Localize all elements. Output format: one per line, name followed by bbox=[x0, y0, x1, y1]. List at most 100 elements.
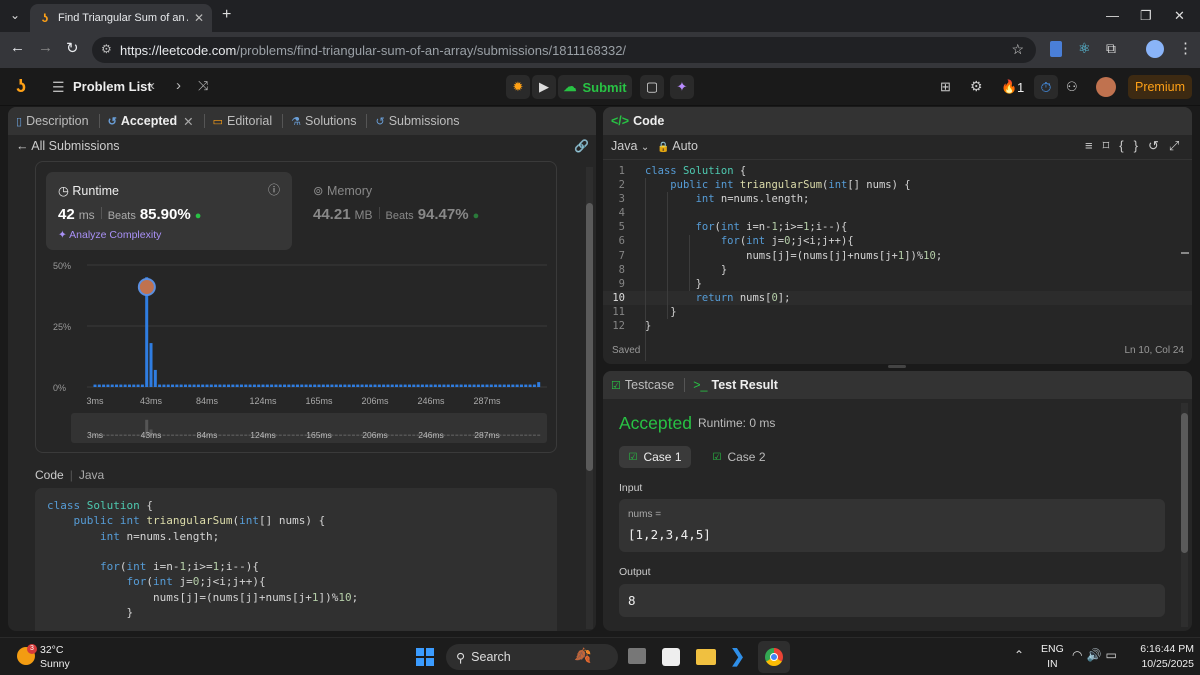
chart-bar[interactable] bbox=[140, 384, 144, 387]
chart-bar[interactable] bbox=[119, 384, 123, 387]
editor-line[interactable]: 1 class Solution { bbox=[603, 164, 1192, 178]
chart-bar[interactable] bbox=[476, 384, 480, 387]
chart-bar[interactable] bbox=[231, 384, 235, 387]
add-friend-icon[interactable]: ⚇ bbox=[1066, 79, 1078, 95]
chart-bar[interactable] bbox=[321, 384, 325, 387]
chart-bar[interactable] bbox=[472, 384, 476, 387]
chart-bar[interactable] bbox=[235, 384, 239, 387]
chart-bar[interactable] bbox=[485, 384, 489, 387]
result-scrollbar-track[interactable] bbox=[1181, 403, 1188, 627]
chart-bar[interactable] bbox=[300, 384, 304, 387]
input-language[interactable]: ENG IN bbox=[1041, 643, 1064, 670]
chart-bar[interactable] bbox=[511, 384, 515, 387]
editor-line[interactable]: 4 bbox=[603, 206, 1192, 220]
chart-bar[interactable] bbox=[481, 384, 485, 387]
editor-line[interactable]: 3 int n=nums.length; bbox=[603, 192, 1192, 206]
editor-line[interactable]: 8 } bbox=[603, 263, 1192, 277]
chart-bar[interactable] bbox=[416, 384, 420, 387]
file-explorer-icon[interactable] bbox=[696, 649, 716, 665]
chart-bar[interactable] bbox=[205, 384, 209, 387]
chart-bar[interactable] bbox=[373, 384, 377, 387]
back-icon[interactable]: ← bbox=[10, 39, 25, 56]
chart-bar[interactable] bbox=[412, 384, 416, 387]
case-1-button[interactable]: ☑ Case 1 bbox=[619, 446, 691, 468]
streak-flame-icon[interactable]: 🔥 bbox=[1001, 79, 1017, 95]
left-scrollbar-track[interactable] bbox=[586, 167, 593, 629]
chart-bar[interactable] bbox=[442, 384, 446, 387]
memory-label[interactable]: ⊚ Memory bbox=[313, 183, 372, 198]
system-tray[interactable]: ◠🔊▭ bbox=[1072, 648, 1121, 662]
restore-icon[interactable]: ❐ bbox=[1140, 8, 1152, 24]
chart-bar[interactable] bbox=[171, 384, 175, 387]
editor-line[interactable]: 9 } bbox=[603, 277, 1192, 291]
tab-test-result[interactable]: >_ Test Result bbox=[693, 378, 778, 392]
runtime-distribution-chart[interactable]: 50% 25% 0% 3ms 43ms 84ms 124ms 165ms 206ms 246ms 2… bbox=[35, 253, 557, 453]
bookmark-icon[interactable]: ⌑ bbox=[1103, 138, 1120, 153]
format-icon[interactable]: ≡ bbox=[1085, 138, 1103, 153]
chart-bar[interactable] bbox=[188, 384, 192, 387]
chart-bar[interactable] bbox=[356, 384, 360, 387]
chart-bar[interactable] bbox=[451, 384, 455, 387]
bookmark-star-icon[interactable]: ☆ bbox=[1011, 41, 1024, 58]
chart-bar[interactable] bbox=[227, 384, 231, 387]
chart-bar[interactable] bbox=[278, 384, 282, 387]
chart-bar[interactable] bbox=[123, 384, 127, 387]
minimize-icon[interactable]: — bbox=[1106, 8, 1119, 23]
site-info-icon[interactable]: ⚙ bbox=[101, 42, 112, 56]
chart-bar[interactable] bbox=[102, 384, 106, 387]
chart-bar[interactable] bbox=[360, 384, 364, 387]
chart-bar[interactable] bbox=[162, 384, 166, 387]
chart-bar[interactable] bbox=[274, 384, 278, 387]
chart-bar[interactable] bbox=[166, 384, 170, 387]
chart-bar[interactable] bbox=[446, 384, 450, 387]
chart-bar[interactable] bbox=[196, 384, 200, 387]
fullscreen-icon[interactable]: ⤢ bbox=[1169, 138, 1189, 153]
chart-bar[interactable] bbox=[498, 384, 502, 387]
chart-bar[interactable] bbox=[433, 384, 437, 387]
chart-bar[interactable] bbox=[149, 343, 153, 387]
profile-avatar[interactable] bbox=[1146, 40, 1164, 58]
chart-bar[interactable] bbox=[283, 384, 287, 387]
chart-bar[interactable] bbox=[270, 384, 274, 387]
chart-bar[interactable] bbox=[239, 384, 243, 387]
submit-button[interactable]: ☁ Submit bbox=[558, 75, 632, 99]
editor-line[interactable]: 12} bbox=[603, 319, 1192, 333]
chart-bar[interactable] bbox=[313, 384, 317, 387]
chart-bar[interactable] bbox=[351, 384, 355, 387]
chart-bar[interactable] bbox=[209, 384, 213, 387]
chart-bar[interactable] bbox=[153, 369, 157, 387]
chart-bar[interactable] bbox=[390, 384, 394, 387]
chart-bar[interactable] bbox=[158, 384, 162, 387]
code-editor[interactable]: 1 class Solution {2 public int triangular… bbox=[603, 164, 1192, 362]
editor-line[interactable]: 6 for(int j=0;j<i;j++){ bbox=[603, 234, 1192, 248]
forward-icon[interactable]: → bbox=[38, 39, 53, 56]
tab-accepted[interactable]: ↺ Accepted ✕ bbox=[108, 114, 194, 129]
ai-sparkle-icon[interactable]: ✦ bbox=[670, 75, 694, 99]
zoom-app-icon[interactable] bbox=[662, 648, 680, 666]
close-tab-icon[interactable]: ✕ bbox=[183, 114, 193, 129]
vscode-icon[interactable]: ❯ bbox=[730, 646, 745, 667]
editor-line[interactable]: 5 for(int i=n-1;i>=1;i--){ bbox=[603, 220, 1192, 234]
chart-bar[interactable] bbox=[364, 384, 368, 387]
chart-bar[interactable] bbox=[110, 384, 114, 387]
chart-bar[interactable] bbox=[468, 384, 472, 387]
runtime-card[interactable]: ◷ Runtime ⓘ 42 ms Beats 85.90% ● ✦ Analy… bbox=[46, 172, 292, 250]
chart-bar[interactable] bbox=[304, 384, 308, 387]
chart-bar[interactable] bbox=[287, 384, 291, 387]
editor-line[interactable]: 2 public int triangularSum(int[] nums) { bbox=[603, 178, 1192, 192]
chart-bar[interactable] bbox=[248, 384, 252, 387]
chart-bar[interactable] bbox=[532, 384, 536, 387]
chart-bar[interactable] bbox=[459, 384, 463, 387]
chart-bar[interactable] bbox=[395, 384, 399, 387]
leetcode-logo-icon[interactable]: ʖ bbox=[16, 76, 26, 97]
left-scrollbar-thumb[interactable] bbox=[586, 203, 593, 471]
windows-start-icon[interactable] bbox=[416, 648, 434, 666]
task-view-icon[interactable] bbox=[628, 648, 646, 664]
chart-bar[interactable] bbox=[115, 384, 119, 387]
chart-bar[interactable] bbox=[218, 384, 222, 387]
tab-submissions[interactable]: ↺ Submissions bbox=[375, 114, 459, 128]
timer-icon[interactable]: ⏱ bbox=[1034, 75, 1058, 99]
chart-bar[interactable] bbox=[382, 384, 386, 387]
chart-bar[interactable] bbox=[463, 384, 467, 387]
reload-icon[interactable]: ↻ bbox=[66, 39, 79, 57]
